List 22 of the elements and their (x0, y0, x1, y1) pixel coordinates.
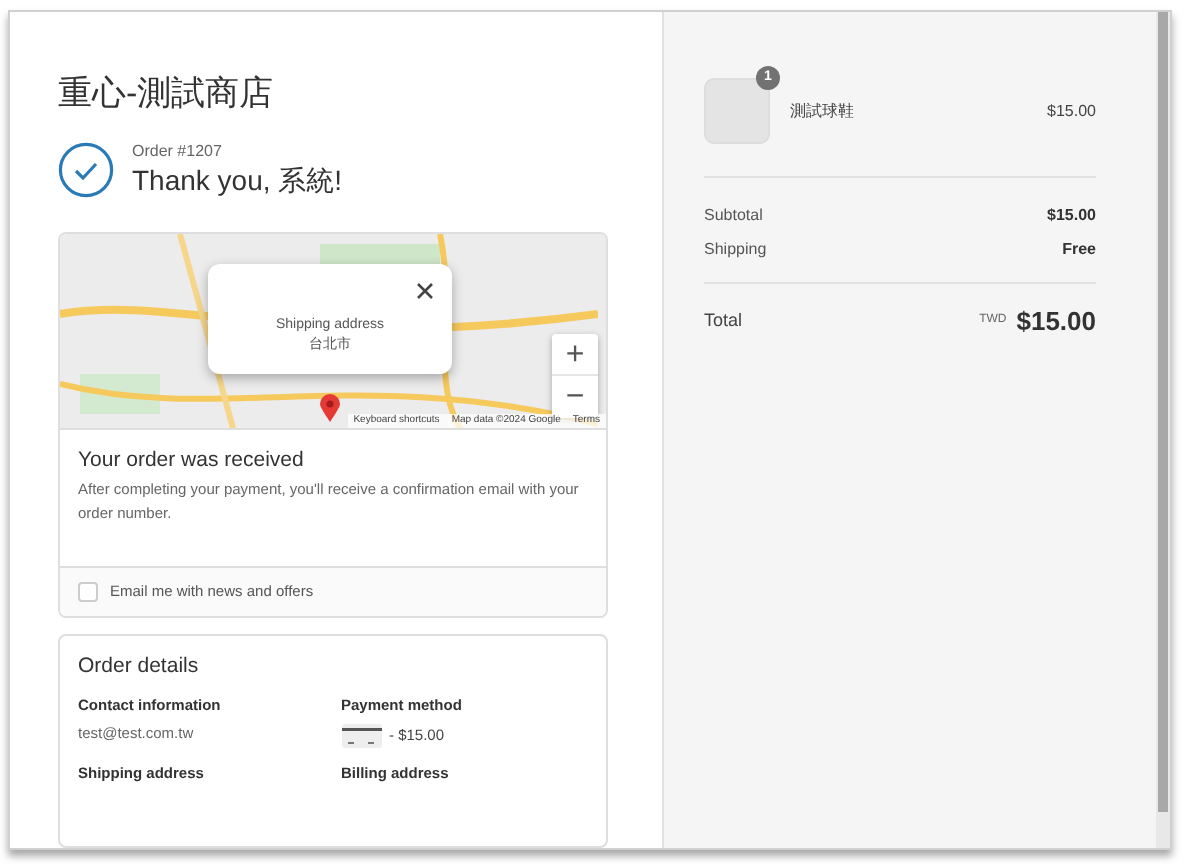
card-icon (341, 723, 381, 748)
store-name: 重心-測試商店 (58, 72, 276, 116)
summary-label: Subtotal (704, 203, 763, 227)
order-status-title: Your order was received (78, 445, 306, 474)
summary-value: $15.00 (1047, 203, 1096, 227)
total-label: Total (704, 308, 743, 334)
email-optin-checkbox[interactable] (78, 581, 98, 602)
summary-value: Free (1062, 237, 1096, 261)
thank-you-heading: Thank you, 系統! (132, 162, 343, 198)
order-number: Order #1207 (132, 142, 224, 162)
scrollbar[interactable] (1156, 12, 1170, 848)
product-name: 測試球鞋 (790, 99, 856, 123)
check-circle-icon (58, 142, 114, 198)
zoom-out-button[interactable]: − (552, 376, 598, 418)
total-amount: $15.00 (1016, 304, 1096, 340)
map-pin-icon (320, 394, 340, 422)
close-icon[interactable] (416, 282, 434, 300)
order-details-title: Order details (78, 651, 201, 680)
summary-label: Shipping (704, 237, 767, 261)
zoom-in-button[interactable]: + (552, 334, 598, 376)
product-price: $15.00 (1047, 99, 1096, 123)
product-image-placeholder (704, 78, 770, 144)
